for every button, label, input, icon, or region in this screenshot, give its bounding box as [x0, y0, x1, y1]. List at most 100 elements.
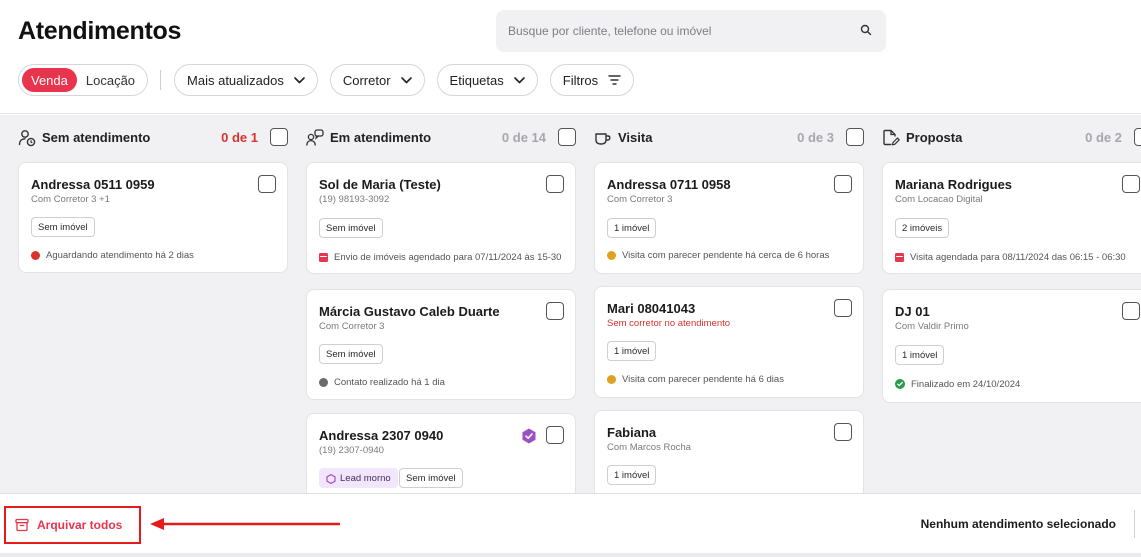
card-select-checkbox[interactable]	[1122, 175, 1140, 193]
card-select-checkbox[interactable]	[546, 175, 564, 193]
lead-card[interactable]: Fabiana Com Marcos Rocha 1 imóvel	[594, 410, 864, 493]
archive-all-label: Arquivar todos	[37, 518, 123, 532]
column-sem-atendimento: Sem atendimento 0 de 1 Andressa 0511 095…	[18, 115, 288, 493]
filters-button-label: Filtros	[562, 72, 599, 88]
calendar-icon	[895, 253, 904, 262]
card-status-text: Contato realizado há 1 dia	[334, 376, 445, 388]
card-status: Visita com parecer pendente há 6 dias	[607, 372, 784, 386]
card-name: Andressa 2307 0940	[319, 428, 444, 443]
card-subtitle: (19) 98193-3092	[319, 194, 390, 205]
info-icon	[319, 377, 328, 387]
column-select-checkbox[interactable]	[846, 128, 864, 146]
lead-card[interactable]: Márcia Gustavo Caleb Duarte Com Corretor…	[306, 289, 576, 400]
lead-temperature-tag: Lead morno	[319, 468, 398, 488]
column-count: 0 de 3	[797, 130, 834, 145]
lead-card[interactable]: Andressa 0511 0959 Com Corretor 3 +1 Sem…	[18, 162, 288, 273]
calendar-icon	[319, 253, 328, 262]
card-subtitle: Com Corretor 3	[319, 321, 385, 332]
chevron-down-icon	[513, 76, 525, 83]
card-status: Visita agendada para 08/11/2024 das 06:1…	[895, 250, 1126, 264]
column-visita: Visita 0 de 3 Andressa 0711 0958 Com Cor…	[594, 115, 864, 493]
lead-card[interactable]: Andressa 2307 0940 (19) 2307-0940 Lead m…	[306, 413, 576, 493]
users-chat-icon	[306, 129, 324, 146]
filter-divider	[160, 70, 162, 90]
kanban-board: Sem atendimento 0 de 1 Andressa 0511 095…	[0, 115, 1141, 493]
card-subtitle: Com Locacao Digital	[895, 194, 983, 205]
alert-icon	[31, 250, 40, 260]
card-name: Sol de Maria (Teste)	[319, 177, 441, 192]
card-select-checkbox[interactable]	[1122, 302, 1140, 320]
property-tag: 1 imóvel	[607, 465, 657, 485]
card-select-checkbox[interactable]	[546, 302, 564, 320]
chevron-down-icon	[294, 76, 305, 83]
column-header: Sem atendimento 0 de 1	[18, 128, 288, 148]
chevron-down-icon	[400, 76, 412, 83]
column-em-atendimento: Em atendimento 0 de 14 Sol de Maria (Tes…	[306, 115, 576, 493]
property-tag: 2 imóveis	[895, 218, 950, 238]
bottom-strip	[0, 553, 1141, 557]
business-type-toggle: Venda Locação	[18, 64, 149, 96]
card-name: Fabiana	[607, 425, 657, 440]
lead-card[interactable]: Sol de Maria (Teste) (19) 98193-3092 Sem…	[306, 162, 576, 274]
card-select-checkbox[interactable]	[834, 423, 852, 441]
filter-bar: Venda Locação Mais atualizados Corretor …	[18, 64, 646, 96]
tags-dropdown[interactable]: Etiquetas	[436, 64, 538, 96]
toggle-locacao[interactable]: Locação	[77, 68, 144, 92]
archive-all-button[interactable]: Arquivar todos	[4, 506, 141, 544]
column-title: Em atendimento	[330, 130, 432, 145]
card-select-checkbox[interactable]	[546, 426, 564, 444]
card-subtitle: Com Valdir Primo	[895, 321, 969, 332]
card-subtitle: Com Corretor 3	[607, 194, 673, 205]
column-proposta: Proposta 0 de 2 Mariana Rodrigues Com Lo…	[882, 115, 1141, 493]
card-status-text: Finalizado em 24/10/2024	[911, 378, 1021, 390]
column-select-checkbox[interactable]	[1134, 128, 1141, 146]
column-select-checkbox[interactable]	[270, 128, 288, 146]
footer-divider	[1134, 510, 1135, 538]
card-status-text: Visita agendada para 08/11/2024 das 06:1…	[910, 251, 1126, 263]
sort-dropdown-label: Mais atualizados	[187, 72, 284, 88]
lead-card[interactable]: Mari 08041043 Sem corretor no atendiment…	[594, 286, 864, 398]
column-header: Visita 0 de 3	[594, 128, 864, 148]
sort-dropdown[interactable]: Mais atualizados	[174, 64, 318, 96]
lead-card[interactable]: Andressa 0711 0958 Com Corretor 3 1 imóv…	[594, 162, 864, 274]
verified-badge-icon	[522, 428, 536, 444]
card-select-checkbox[interactable]	[834, 175, 852, 193]
property-tag: 1 imóvel	[607, 218, 657, 238]
card-status: Envio de imóveis agendado para 07/11/202…	[319, 250, 561, 264]
card-subtitle: Com Marcos Rocha	[607, 442, 691, 453]
toggle-venda[interactable]: Venda	[22, 68, 77, 92]
filters-button[interactable]: Filtros	[549, 64, 635, 96]
card-name: Andressa 0511 0959	[31, 177, 155, 192]
card-status-text: Aguardando atendimento há 2 dias	[46, 249, 194, 261]
card-status: Aguardando atendimento há 2 dias	[31, 248, 194, 262]
lead-card[interactable]: DJ 01 Com Valdir Primo 1 imóvel Finaliza…	[882, 289, 1141, 403]
bulk-actions-footer: Arquivar todos Nenhum atendimento seleci…	[0, 493, 1141, 553]
filter-lines-icon	[608, 75, 621, 85]
card-name: Márcia Gustavo Caleb Duarte	[319, 304, 500, 319]
document-pen-icon	[883, 129, 900, 146]
property-tag: 1 imóvel	[607, 341, 657, 361]
column-title: Proposta	[906, 130, 963, 145]
search-box[interactable]	[496, 10, 886, 52]
tags-dropdown-label: Etiquetas	[449, 72, 504, 88]
broker-dropdown[interactable]: Corretor	[329, 64, 425, 96]
property-tag: 1 imóvel	[895, 345, 945, 365]
card-select-checkbox[interactable]	[834, 299, 852, 317]
selection-status: Nenhum atendimento selecionado	[920, 517, 1116, 531]
search-input[interactable]	[508, 21, 848, 41]
card-status: Contato realizado há 1 dia	[319, 375, 445, 389]
header: Atendimentos Venda Locação Mais atualiza…	[0, 0, 1141, 114]
column-title: Sem atendimento	[42, 130, 151, 145]
card-status: Visita com parecer pendente há cerca de …	[607, 248, 829, 262]
property-tag: Sem imóvel	[319, 344, 383, 364]
broker-dropdown-label: Corretor	[342, 72, 391, 88]
coffee-cup-icon	[595, 133, 611, 145]
search-icon[interactable]	[860, 24, 872, 36]
lead-card[interactable]: Mariana Rodrigues Com Locacao Digital 2 …	[882, 162, 1141, 274]
column-select-checkbox[interactable]	[558, 128, 576, 146]
annotation-arrow	[150, 518, 340, 530]
card-status-text: Envio de imóveis agendado para 07/11/202…	[334, 251, 562, 263]
card-subtitle: Sem corretor no atendimento	[607, 318, 731, 329]
column-count: 0 de 14	[501, 130, 546, 145]
card-select-checkbox[interactable]	[258, 175, 276, 193]
